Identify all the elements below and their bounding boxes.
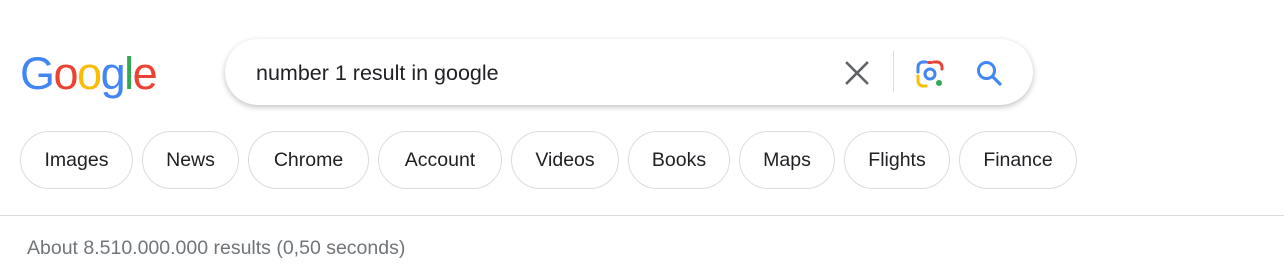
chip-flights[interactable]: Flights [844,131,950,189]
chip-finance[interactable]: Finance [959,131,1077,189]
header-divider [0,215,1284,216]
chip-account[interactable]: Account [378,131,502,189]
chip-videos[interactable]: Videos [511,131,619,189]
search-results-page: Google number 1 result in google Images … [0,0,1284,265]
logo-letter: o [53,48,79,99]
search-box [225,39,1033,105]
logo-letter: G [20,48,55,99]
logo-letter: o [77,48,102,99]
logo-letter: g [100,48,126,99]
search-input[interactable] [256,60,816,86]
logo-letter: e [132,48,158,99]
google-logo[interactable]: Google [20,48,158,99]
chip-images[interactable]: Images [20,131,133,189]
logo-letter: l [124,48,134,99]
close-icon [845,61,869,85]
search-icon [977,61,1002,86]
chip-news[interactable]: News [142,131,239,189]
chip-maps[interactable]: Maps [739,131,835,189]
search-by-image-button[interactable] [914,58,946,90]
search-box-divider [893,51,894,92]
search-button[interactable] [974,58,1004,88]
camera-lens-icon [916,60,944,88]
result-stats: About 8.510.000.000 results (0,50 second… [27,237,406,259]
chip-books[interactable]: Books [628,131,730,189]
clear-search-button[interactable] [842,58,872,88]
chip-chrome[interactable]: Chrome [248,131,369,189]
